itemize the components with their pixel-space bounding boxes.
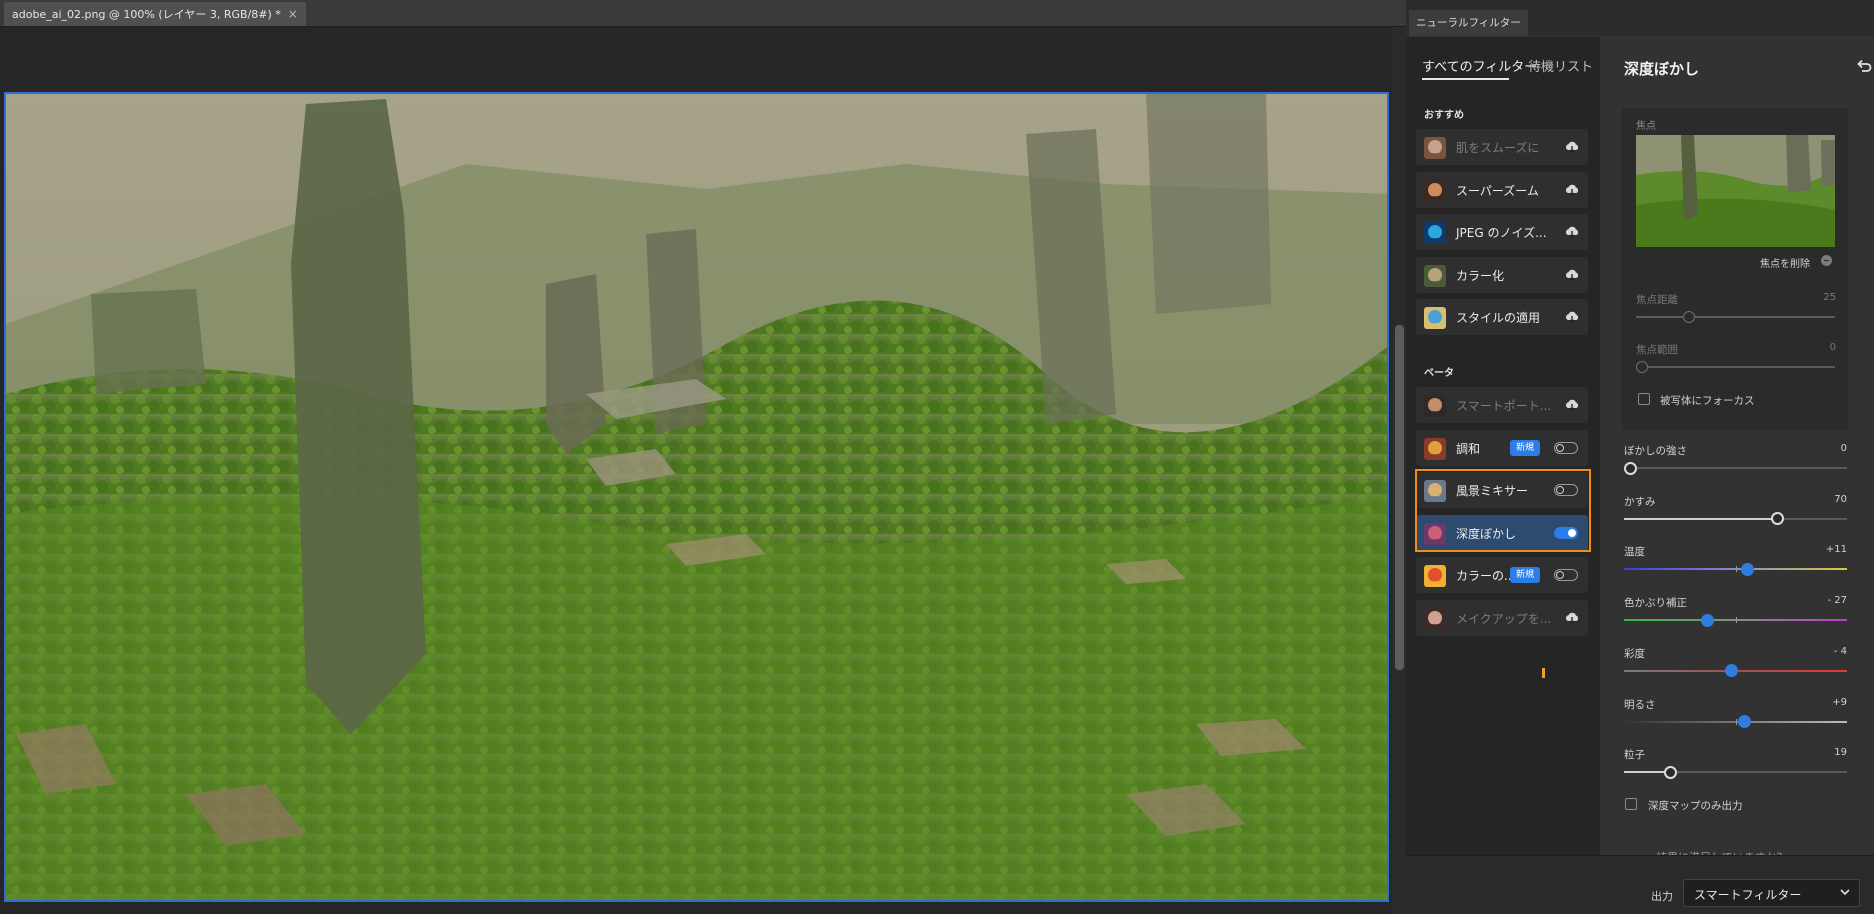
makeup-transfer-icon <box>1424 608 1446 630</box>
filter-item[interactable]: メイクアップを... <box>1416 600 1588 636</box>
filter-label: JPEG のノイズ... <box>1456 226 1547 241</box>
cloud-download-icon[interactable] <box>1564 611 1580 625</box>
filter-item[interactable]: カラー化 <box>1416 256 1588 293</box>
filter-label: スタイルの適用 <box>1456 311 1541 326</box>
focus-subject-checkbox[interactable] <box>1638 393 1650 405</box>
filter-label: 肌をスムーズに <box>1456 141 1540 155</box>
slider-center-tick <box>1735 718 1737 725</box>
section-beta: ベータ <box>1424 368 1454 379</box>
slider-knob[interactable] <box>1700 613 1714 627</box>
minus-circle-icon[interactable] <box>1821 255 1832 266</box>
new-badge: 新規 <box>1510 567 1541 584</box>
filter-label: カラー化 <box>1456 268 1505 283</box>
slider-label: 明るさ <box>1624 698 1656 711</box>
new-badge: 新規 <box>1510 439 1541 456</box>
focal-range-value: 0 <box>1829 342 1836 353</box>
cloud-download-icon[interactable] <box>1564 140 1580 154</box>
slider-value: 19 <box>1834 747 1847 759</box>
slider-value: 0 <box>1840 443 1847 454</box>
jpeg-noise-icon <box>1424 222 1446 245</box>
slider-label: 粒子 <box>1624 749 1645 762</box>
toggle-knob <box>1556 443 1564 452</box>
slider-knob[interactable] <box>1740 562 1754 576</box>
filter-item[interactable]: スマートポート... <box>1416 387 1588 423</box>
filter-label: カラーの... <box>1456 569 1516 584</box>
cloud-download-icon[interactable] <box>1564 225 1580 239</box>
color-transfer-icon <box>1424 565 1446 588</box>
depth-map-only-checkbox[interactable] <box>1625 798 1637 810</box>
slider-fill <box>1624 771 1667 774</box>
filter-item[interactable]: スタイルの適用 <box>1416 299 1588 336</box>
slider-center-tick <box>1735 566 1737 573</box>
undo-icon[interactable] <box>1856 58 1872 74</box>
chevron-down-icon[interactable] <box>1840 889 1850 896</box>
filter-label: 調和 <box>1456 441 1481 456</box>
scrollbar-thumb[interactable] <box>1395 325 1404 670</box>
filter-item[interactable]: 肌をスムーズに <box>1416 129 1588 165</box>
focal-distance-slider[interactable] <box>1682 311 1695 323</box>
slider-value: +9 <box>1832 696 1847 708</box>
focal-distance-label: 焦点距離 <box>1636 294 1678 306</box>
focal-range-slider[interactable] <box>1636 361 1648 373</box>
smart-portrait-icon <box>1424 395 1446 417</box>
close-tab-icon[interactable]: × <box>288 7 298 21</box>
slider-value: - 27 <box>1827 595 1847 607</box>
focal-distance-value: 25 <box>1823 292 1836 303</box>
filter-item[interactable]: カラーの... 新規 <box>1416 557 1588 594</box>
harmonization-icon <box>1424 437 1446 460</box>
loading-indicator <box>1542 668 1545 678</box>
cloud-download-icon[interactable] <box>1564 310 1580 324</box>
slider-label: 色かぶり補正 <box>1624 597 1687 610</box>
style-transfer-icon <box>1424 307 1446 330</box>
tab-all-filters[interactable]: すべてのフィルター <box>1422 56 1537 75</box>
filter-toggle[interactable] <box>1554 441 1578 454</box>
active-tab-underline <box>1422 78 1509 80</box>
focus-label: 焦点 <box>1636 121 1656 132</box>
slider-value: +11 <box>1825 544 1847 556</box>
filter-item[interactable]: スーパーズーム <box>1416 171 1588 208</box>
slider-track <box>1624 467 1847 469</box>
slider-label: 彩度 <box>1624 647 1645 660</box>
slider-label: かすみ <box>1624 495 1656 508</box>
highlight-frame <box>1415 469 1591 552</box>
cloud-download-icon[interactable] <box>1564 398 1580 412</box>
focus-preview-thumbnail[interactable] <box>1636 135 1835 247</box>
focus-subject-label: 被写体にフォーカス <box>1660 395 1755 407</box>
slider-fill <box>1624 517 1781 520</box>
remove-focus-button[interactable]: 焦点を削除 <box>1760 255 1810 270</box>
focal-range-label: 焦点範囲 <box>1636 344 1678 356</box>
output-label: 出力 <box>1651 890 1673 903</box>
panel-tab[interactable]: ニューラルフィルター <box>1409 10 1528 36</box>
document-tab[interactable]: adobe_ai_02.png @ 100% (レイヤー 3, RGB/8#) … <box>4 2 306 26</box>
filter-label: スマートポート... <box>1456 399 1552 413</box>
focal-distance-track <box>1636 316 1835 318</box>
canvas-image[interactable] <box>4 92 1389 902</box>
slider-value: 70 <box>1834 493 1847 505</box>
face-portrait-icon <box>1424 137 1446 159</box>
filter-item[interactable]: JPEG のノイズ... <box>1416 214 1588 251</box>
document-tab-title: adobe_ai_02.png @ 100% (レイヤー 3, RGB/8#) … <box>12 8 281 21</box>
slider-knob[interactable] <box>1663 765 1677 779</box>
filter-label: スーパーズーム <box>1456 183 1539 198</box>
settings-title: 深度ぼかし <box>1624 60 1700 78</box>
output-select-value: スマートフィルター <box>1694 888 1802 902</box>
filter-toggle[interactable] <box>1554 569 1578 582</box>
slider-knob[interactable] <box>1624 461 1637 475</box>
section-featured: おすすめ <box>1424 110 1464 121</box>
depth-map-only-label: 深度マップのみ出力 <box>1648 800 1743 812</box>
superzoom-face-icon <box>1424 179 1446 202</box>
slider-label: ぼかしの強さ <box>1624 445 1687 457</box>
tab-waitlist[interactable]: 待機リスト <box>1528 56 1593 75</box>
toggle-knob <box>1556 571 1564 580</box>
filter-label: メイクアップを... <box>1456 612 1552 626</box>
cloud-download-icon[interactable] <box>1564 268 1580 282</box>
focal-range-track <box>1636 366 1835 368</box>
slider-label: 温度 <box>1624 546 1645 559</box>
colorize-icon <box>1424 264 1446 287</box>
filter-item[interactable]: 調和 新規 <box>1416 429 1588 466</box>
cloud-download-icon[interactable] <box>1564 183 1580 197</box>
slider-value: - 4 <box>1833 645 1847 657</box>
slider-center-tick <box>1735 617 1737 624</box>
